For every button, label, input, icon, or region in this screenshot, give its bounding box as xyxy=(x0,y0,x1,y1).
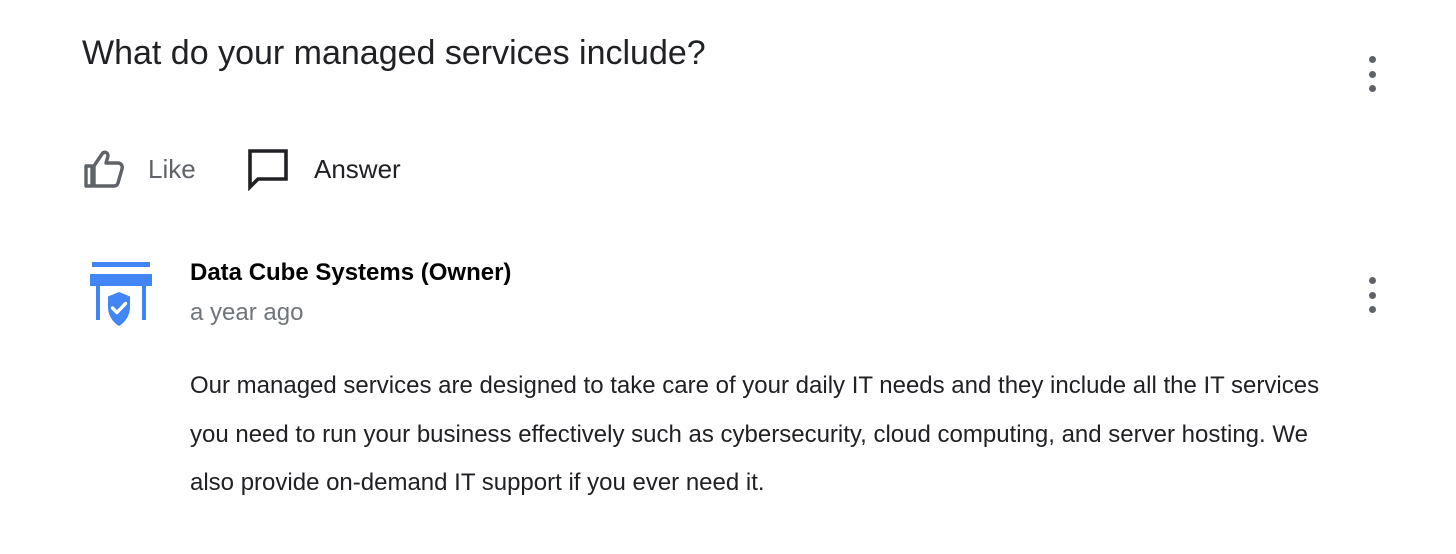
more-vert-icon-dot xyxy=(1368,85,1376,92)
more-vert-icon-dot xyxy=(1368,291,1376,299)
answer-author-name[interactable]: Data Cube Systems (Owner) xyxy=(190,257,511,289)
answer-timestamp: a year ago xyxy=(190,299,304,326)
answer-button[interactable]: Answer xyxy=(246,146,401,192)
verified-storefront-icon xyxy=(90,262,152,329)
more-vert-icon-dot xyxy=(1368,277,1376,284)
like-button[interactable]: Like xyxy=(82,146,196,192)
answer-body: Our managed services are designed to tak… xyxy=(190,372,1320,496)
more-vert-icon-dot xyxy=(1368,70,1376,78)
answer-more-options-button[interactable] xyxy=(1360,277,1384,313)
comment-icon xyxy=(248,149,288,191)
more-vert-icon-dot xyxy=(1368,56,1376,63)
thumb-up-icon xyxy=(84,150,124,188)
answer-label: Answer xyxy=(314,154,401,184)
question-more-options-button[interactable] xyxy=(1360,56,1384,92)
question-title: What do your managed services include? xyxy=(82,34,706,72)
more-vert-icon-dot xyxy=(1368,306,1376,313)
like-label: Like xyxy=(148,154,196,184)
